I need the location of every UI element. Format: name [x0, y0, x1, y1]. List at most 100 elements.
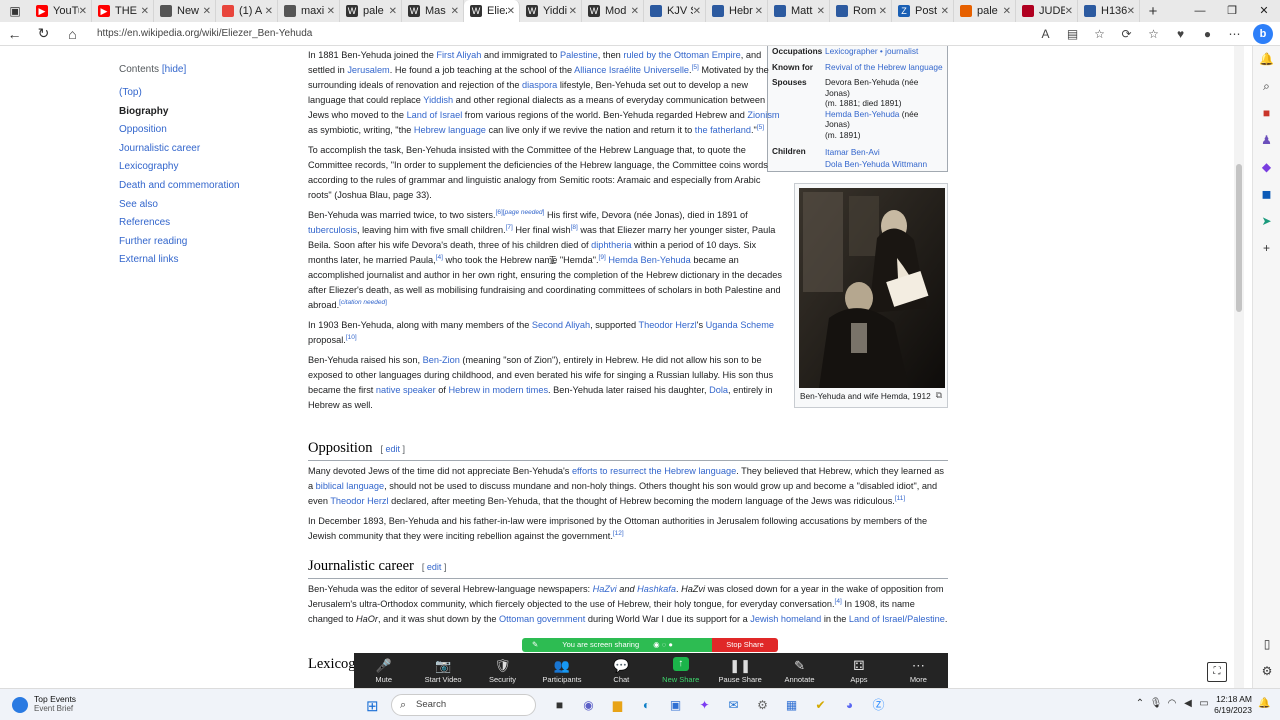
browser-tab[interactable]: Rom ✕ — [830, 0, 892, 22]
link-jewish-homeland[interactable]: Jewish homeland — [750, 614, 821, 624]
security-button[interactable]: 🛡 Security — [473, 653, 532, 688]
sidebar-layout-icon[interactable]: ▯ — [1253, 631, 1280, 658]
mail-icon[interactable]: ✉ — [719, 695, 748, 715]
close-tab-icon[interactable]: ✕ — [631, 6, 639, 17]
participants-button[interactable]: 👥 Participants — [532, 653, 591, 688]
toc-item[interactable]: (Top) — [119, 84, 279, 103]
mute-button[interactable]: 🎤 Mute — [354, 653, 413, 688]
microphone-icon[interactable]: 🎙 — [1148, 698, 1164, 709]
close-tab-icon[interactable]: ✕ — [1003, 6, 1011, 17]
discord-icon[interactable]: ◕ — [835, 695, 864, 715]
link-native-speaker[interactable]: native speaker — [376, 385, 436, 395]
news-widget[interactable]: Top Events Event Brief — [12, 694, 76, 713]
maximize-button[interactable]: ❐ — [1216, 0, 1248, 22]
pause-share-button[interactable]: ❚❚ Pause Share — [710, 653, 769, 688]
browser-tab[interactable]: ▶ THE ✕ — [92, 0, 154, 22]
toc-item[interactable]: External links — [119, 251, 279, 270]
link-uganda-scheme[interactable]: Uganda Scheme — [706, 320, 774, 330]
page-scrollbar[interactable] — [1234, 46, 1244, 688]
task-view-icon[interactable]: ■ — [545, 695, 574, 715]
close-tab-icon[interactable]: ✕ — [569, 6, 577, 17]
link-second-aliyah[interactable]: Second Aliyah — [532, 320, 590, 330]
file-explorer-icon[interactable]: ▆ — [603, 695, 632, 715]
browser-tab[interactable]: maxi ✕ — [278, 0, 340, 22]
refresh-button[interactable]: ↻ — [29, 25, 58, 42]
close-tab-icon[interactable]: ✕ — [265, 6, 273, 17]
opposition-edit-link[interactable]: edit — [385, 444, 400, 454]
audio-icon[interactable]: ◉ ◌ ● — [653, 638, 673, 652]
journalistic-edit-link[interactable]: edit — [427, 562, 442, 572]
close-tab-icon[interactable]: ✕ — [755, 6, 763, 17]
link-herzl[interactable]: Theodor Herzl — [638, 320, 696, 330]
link-fatherland[interactable]: the fatherland — [695, 125, 751, 135]
close-tab-icon[interactable]: ✕ — [693, 6, 701, 17]
sidebar-settings-icon[interactable]: ⚙ — [1253, 658, 1280, 685]
calculator-icon[interactable]: ▦ — [777, 695, 806, 715]
link-ottoman-government[interactable]: Ottoman government — [499, 614, 585, 624]
browser-tab[interactable]: W Yiddi ✕ — [520, 0, 582, 22]
settings-icon[interactable]: ⚙ — [748, 695, 777, 715]
start-video-button[interactable]: 📷 Start Video — [413, 653, 472, 688]
browser-tab[interactable]: New ✕ — [154, 0, 216, 22]
annotate-button[interactable]: ✎ Annotate — [770, 653, 829, 688]
minimize-button[interactable]: — — [1184, 0, 1216, 22]
link-palestine[interactable]: Palestine — [560, 50, 598, 60]
browser-tab[interactable]: (1) A ✕ — [216, 0, 278, 22]
read-aloud-icon[interactable]: A — [1032, 27, 1059, 41]
link-zionism[interactable]: Zionism — [747, 110, 779, 120]
bing-copilot-icon[interactable]: b — [1253, 24, 1273, 44]
browser-tab[interactable]: Matt ✕ — [768, 0, 830, 22]
link-hashkafa[interactable]: Hashkafa — [637, 584, 676, 594]
tools-icon[interactable]: ♟ — [1253, 127, 1280, 154]
new-tab-button[interactable]: + — [1140, 3, 1166, 20]
screen-sharing-banner[interactable]: ✎ You are screen sharing ◉ ◌ ● — [522, 638, 712, 652]
apps-button[interactable]: ⚃ Apps — [829, 653, 888, 688]
toc-item[interactable]: Further reading — [119, 233, 279, 252]
taskbar-search[interactable]: ⌕ Search — [391, 694, 536, 716]
link-jerusalem[interactable]: Jerusalem — [347, 65, 389, 75]
link-diphtheria[interactable]: diphtheria — [591, 240, 631, 250]
toc-item[interactable]: References — [119, 214, 279, 233]
link-land-of-israel[interactable]: Land of Israel — [407, 110, 463, 120]
fullscreen-icon[interactable]: ⛶ — [1207, 662, 1227, 682]
link-efforts-resurrect[interactable]: efforts to resurrect the Hebrew language — [572, 466, 736, 476]
profile-avatar[interactable]: ● — [1194, 27, 1221, 41]
wifi-icon[interactable]: ◠ — [1164, 698, 1180, 709]
link-ottoman-rule[interactable]: ruled by the Ottoman Empire — [623, 50, 740, 60]
games-icon[interactable]: ◆ — [1253, 154, 1280, 181]
toc-hide-link[interactable]: [hide] — [162, 64, 186, 75]
windows-start-icon[interactable]: ⊞ — [366, 697, 379, 715]
immersive-reader-icon[interactable]: ▤ — [1059, 27, 1086, 41]
close-tab-icon[interactable]: ✕ — [389, 6, 397, 17]
search-icon[interactable]: ⌕ — [1253, 73, 1280, 100]
norton-icon[interactable]: ✔ — [806, 695, 835, 715]
close-tab-icon[interactable]: ✕ — [879, 6, 887, 17]
new-share-button[interactable]: ↑ New Share — [651, 653, 710, 688]
link-first-aliyah[interactable]: First Aliyah — [436, 50, 481, 60]
browser-tab[interactable]: H136 ✕ — [1078, 0, 1140, 22]
browser-tab[interactable]: Hebr ✕ — [706, 0, 768, 22]
browser-essentials-icon[interactable]: ♥ — [1167, 27, 1194, 41]
stop-share-button[interactable]: Stop Share — [712, 638, 778, 652]
app-icon[interactable]: ✦ — [690, 695, 719, 715]
shopping-icon[interactable]: ■ — [1253, 100, 1280, 127]
browser-tab[interactable]: W Eliez✕ — [464, 0, 520, 22]
tab-actions-menu-icon[interactable]: ▣ — [0, 0, 30, 22]
link-diaspora[interactable]: diaspora — [522, 80, 557, 90]
close-window-button[interactable]: ✕ — [1248, 0, 1280, 22]
add-sidebar-icon[interactable]: + — [1253, 235, 1280, 262]
link-hemda[interactable]: Hemda Ben-Yehuda — [608, 255, 690, 265]
extensions-icon[interactable]: ⟳ — [1113, 27, 1140, 41]
close-tab-icon[interactable]: ✕ — [451, 6, 459, 17]
toc-item[interactable]: Biography — [119, 103, 279, 122]
store-icon[interactable]: ▣ — [661, 695, 690, 715]
url-field[interactable]: https://en.wikipedia.org/wiki/Eliezer_Be… — [97, 28, 1032, 39]
teams-icon[interactable]: ◉ — [574, 695, 603, 715]
zoom-app-icon[interactable]: Ⓩ — [864, 695, 893, 715]
link-herzl-2[interactable]: Theodor Herzl — [330, 496, 388, 506]
close-tab-icon[interactable]: ✕ — [141, 6, 149, 17]
tray-chevron-icon[interactable]: ⌃ — [1132, 698, 1148, 709]
outlook-icon[interactable]: ◼ — [1253, 181, 1280, 208]
volume-icon[interactable]: ◀ — [1180, 698, 1196, 709]
browser-tab[interactable]: W Mod ✕ — [582, 0, 644, 22]
